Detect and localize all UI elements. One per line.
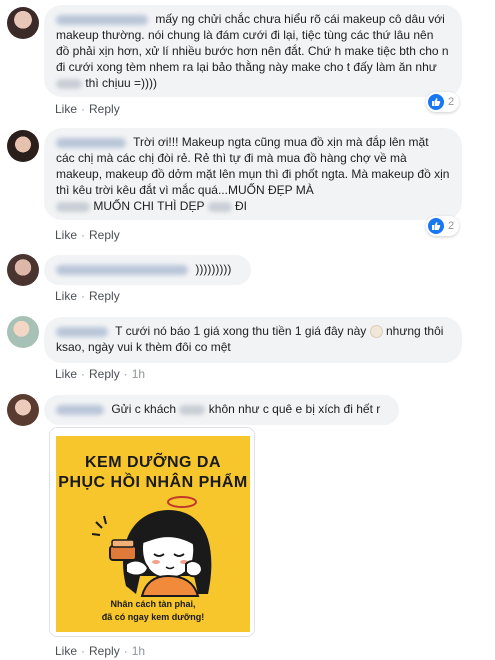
separator: ·: [81, 367, 86, 381]
comment-bubble: Gửi c khách khôn như c quê e bị xích đi …: [44, 395, 399, 425]
smile-emoji-icon: [369, 325, 383, 339]
thumbs-up-icon: [428, 218, 444, 234]
comment-text-tail: thì chịuu =)))): [85, 76, 158, 90]
like-button[interactable]: Like: [55, 289, 77, 303]
comment-actions: Like · Reply: [55, 228, 120, 242]
sticker-artwork: KEM DƯỠNG DA PHỤC HỒI NHÂN PHẨM Nhân các…: [56, 436, 250, 632]
separator: ·: [123, 367, 128, 381]
author-name-redacted[interactable]: [56, 404, 104, 415]
separator: ·: [81, 289, 86, 303]
reaction-count: 2: [448, 96, 455, 108]
comment-bubble: T cưới nó báo 1 giá xong thu tiền 1 giá …: [44, 317, 462, 363]
reply-button[interactable]: Reply: [89, 289, 120, 303]
reply-button[interactable]: Reply: [89, 228, 120, 242]
redacted-word: [56, 201, 90, 212]
redacted-word: [179, 404, 206, 415]
author-name-redacted[interactable]: [56, 137, 126, 148]
thumbs-up-icon: [428, 94, 444, 110]
comment-actions: Like · Reply · 1h: [55, 644, 145, 658]
author-name-redacted[interactable]: [56, 264, 188, 275]
separator: ·: [81, 102, 86, 116]
separator: ·: [81, 644, 86, 658]
separator: ·: [123, 644, 128, 658]
comment-text: Gửi c khách: [111, 402, 177, 416]
reaction-badge[interactable]: 2: [426, 216, 460, 236]
comment-actions: Like · Reply: [55, 102, 120, 116]
comment-text: T cưới nó báo 1 giá xong thu tiền 1 giá …: [115, 324, 367, 338]
comment-text: ))))))))): [195, 262, 232, 276]
comment-bubble: mấy ng chửi chắc chưa hiểu rõ cái makeup…: [44, 5, 462, 97]
avatar[interactable]: [7, 316, 39, 348]
like-button[interactable]: Like: [55, 228, 77, 242]
avatar[interactable]: [7, 394, 39, 426]
comment-actions: Like · Reply: [55, 289, 120, 303]
comment-bubble: ))))))))): [44, 255, 251, 285]
comment-bubble: Trời ơi!!! Makeup ngta cũng mua đồ xịn m…: [44, 128, 462, 220]
comment-text-tail: ĐI: [234, 199, 247, 213]
avatar[interactable]: [7, 130, 39, 162]
reaction-count: 2: [448, 220, 455, 232]
reply-button[interactable]: Reply: [89, 102, 120, 116]
like-button[interactable]: Like: [55, 102, 77, 116]
comment-time[interactable]: 1h: [132, 367, 145, 381]
reaction-badge[interactable]: 2: [426, 92, 460, 112]
reply-button[interactable]: Reply: [89, 644, 120, 658]
comment-text-mid: MUỐN CHI THÌ DẸP: [93, 199, 205, 213]
sticker-caption-line1: Nhân cách tàn phai,: [110, 599, 196, 609]
reply-button[interactable]: Reply: [89, 367, 120, 381]
separator: ·: [81, 228, 86, 242]
like-button[interactable]: Like: [55, 367, 77, 381]
comment-actions: Like · Reply · 1h: [55, 367, 145, 381]
author-name-redacted[interactable]: [56, 326, 108, 337]
author-name-redacted[interactable]: [56, 14, 148, 25]
sticker-image[interactable]: KEM DƯỠNG DA PHỤC HỒI NHÂN PHẨM Nhân các…: [49, 427, 255, 637]
sticker-caption-line2: đã có ngay kem dưỡng!: [101, 612, 205, 622]
avatar[interactable]: [7, 254, 39, 286]
comment-text-tail: khôn như c quê e bị xích đi hết r: [208, 402, 381, 416]
redacted-word: [56, 78, 82, 89]
comment-time[interactable]: 1h: [132, 644, 145, 658]
redacted-word: [207, 201, 232, 212]
avatar[interactable]: [7, 7, 39, 39]
like-button[interactable]: Like: [55, 644, 77, 658]
